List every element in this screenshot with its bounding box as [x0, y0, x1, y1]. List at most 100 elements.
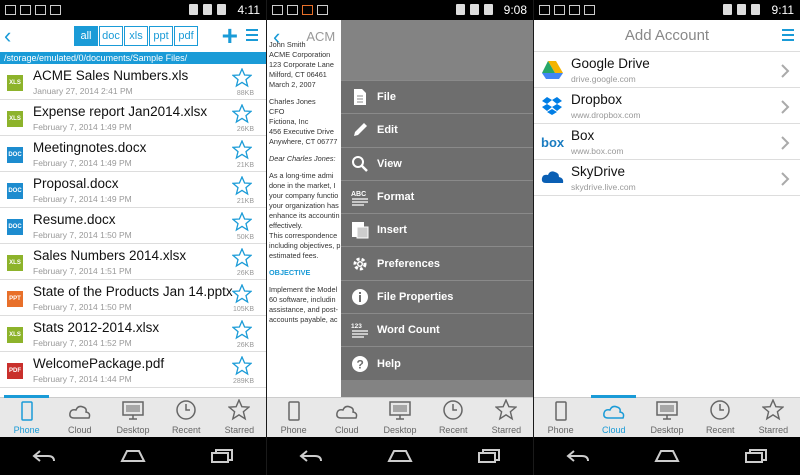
tab-desktop[interactable]: Desktop — [640, 398, 693, 437]
notification-icon — [584, 5, 595, 15]
tab-cloud[interactable]: Cloud — [53, 398, 106, 437]
home-button-icon[interactable] — [647, 446, 687, 466]
file-name: Sales Numbers 2014.xlsx — [33, 248, 187, 263]
filter-pdf[interactable]: pdf — [174, 26, 198, 46]
back-button-icon[interactable] — [291, 446, 331, 466]
tab-label: Cloud — [335, 425, 359, 435]
file-list: XLS ACME Sales Numbers.xls January 27, 201… — [0, 64, 266, 388]
file-size: 26KB — [236, 342, 254, 349]
tab-desktop[interactable]: Desktop — [373, 398, 426, 437]
file-size: 88KB — [236, 90, 254, 97]
status-bar: 4:11 — [0, 0, 266, 20]
menu-item-file-properties[interactable]: File Properties — [341, 279, 533, 314]
recents-button-icon[interactable] — [469, 446, 509, 466]
home-button-icon[interactable] — [380, 446, 420, 466]
filter-doc[interactable]: doc — [99, 26, 123, 46]
path-bar: /storage/emulated/0/documents/Sample Fil… — [0, 52, 266, 64]
svg-text:123: 123 — [351, 323, 362, 330]
tab-recent[interactable]: Recent — [694, 398, 747, 437]
file-row[interactable]: XLS Stats 2012-2014.xlsx February 7, 2014 … — [0, 316, 266, 352]
filter-ppt[interactable]: ppt — [149, 26, 173, 46]
info-icon — [349, 288, 371, 306]
svg-text:?: ? — [357, 357, 364, 371]
file-row[interactable]: PDF WelcomePackage.pdf February 7, 2014 1:… — [0, 352, 266, 388]
file-row[interactable]: DOC Meetingnotes.docx February 7, 2014 1:4… — [0, 136, 266, 172]
recents-button-icon[interactable] — [202, 446, 242, 466]
menu-item-edit[interactable]: Edit — [341, 113, 533, 147]
star-icon — [494, 398, 519, 425]
back-arrow-icon[interactable]: ‹ — [4, 25, 22, 47]
file-row[interactable]: DOC Resume.docx February 7, 2014 1:50 PM 50… — [0, 208, 266, 244]
file-type-icon: XLS — [7, 75, 23, 91]
format-icon: ABC — [349, 188, 371, 206]
file-type-icon: DOC — [7, 219, 23, 235]
notification-icon — [554, 5, 565, 15]
star-icon — [227, 398, 252, 425]
tab-cloud[interactable]: Cloud — [587, 395, 640, 437]
account-name: SkyDrive — [571, 164, 626, 179]
cloud-icon — [335, 403, 359, 425]
add-icon[interactable]: + — [222, 22, 238, 50]
menu-icon[interactable] — [246, 29, 258, 44]
file-date: February 7, 2014 1:52 PM — [33, 338, 132, 348]
file-row[interactable]: DOC Proposal.docx February 7, 2014 1:49 PM… — [0, 172, 266, 208]
account-list: Google Drive drive.google.com Dropbox www.d… — [534, 52, 800, 196]
tab-phone[interactable]: Phone — [267, 398, 320, 437]
file-size: 289KB — [232, 378, 254, 385]
chevron-right-icon — [780, 63, 790, 84]
account-row-box[interactable]: box Box www.box.com — [534, 124, 800, 160]
file-type-icon: XLS — [7, 255, 23, 271]
menu-icon[interactable] — [782, 29, 794, 44]
menu-item-preferences[interactable]: Preferences — [341, 246, 533, 280]
menu-item-insert[interactable]: Insert — [341, 213, 533, 247]
tab-label: Desktop — [383, 425, 417, 435]
file-type-icon: XLS — [7, 111, 23, 127]
notification-icon — [539, 5, 550, 15]
tab-desktop[interactable]: Desktop — [106, 398, 159, 437]
menu-item-help[interactable]: ? Help — [341, 346, 533, 380]
tab-phone[interactable]: Phone — [534, 398, 587, 437]
tab-starred[interactable]: Starred — [213, 398, 266, 437]
menu-item-format[interactable]: ABC Format — [341, 179, 533, 214]
account-row-dropbox[interactable]: Dropbox www.dropbox.com — [534, 88, 800, 124]
back-button-icon[interactable] — [558, 446, 598, 466]
file-row[interactable]: XLS Expense report Jan2014.xlsx February 7… — [0, 100, 266, 136]
desktop-icon — [655, 401, 679, 425]
file-type-filters: all doc xls ppt pdf — [74, 26, 199, 46]
account-row-google-drive[interactable]: Google Drive drive.google.com — [534, 52, 800, 88]
tab-recent[interactable]: Recent — [160, 398, 213, 437]
filter-all[interactable]: all — [74, 26, 98, 46]
menu-item-label: Format — [377, 191, 415, 204]
file-row[interactable]: XLS ACME Sales Numbers.xls January 27, 201… — [0, 64, 266, 100]
file-size: 105KB — [232, 306, 254, 313]
file-row[interactable]: XLS Sales Numbers 2014.xlsx February 7, 20… — [0, 244, 266, 280]
tab-cloud[interactable]: Cloud — [320, 398, 373, 437]
file-size: 21KB — [236, 162, 254, 169]
status-bar: 9:11 — [534, 0, 800, 20]
home-button-icon[interactable] — [113, 446, 153, 466]
tab-recent[interactable]: Recent — [427, 398, 480, 437]
menu-item-label: File Properties — [377, 290, 454, 303]
recents-button-icon[interactable] — [736, 446, 776, 466]
file-size: 21KB — [236, 198, 254, 205]
file-date: February 7, 2014 1:49 PM — [33, 158, 132, 168]
tab-starred[interactable]: Starred — [747, 398, 800, 437]
file-size: 50KB — [236, 234, 254, 241]
file-row[interactable]: PPT State of the Products Jan 14.pptx Febr… — [0, 280, 266, 316]
tab-label: Cloud — [68, 425, 92, 435]
file-type-icon: PPT — [7, 291, 23, 307]
help-icon: ? — [349, 355, 371, 373]
account-name: Dropbox — [571, 92, 623, 107]
account-row-skydrive[interactable]: SkyDrive skydrive.live.com — [534, 160, 800, 196]
file-type-icon: DOC — [7, 147, 23, 163]
back-button-icon[interactable] — [24, 446, 64, 466]
menu-item-view[interactable]: View — [341, 146, 533, 180]
svg-text:box: box — [541, 135, 565, 150]
tab-starred[interactable]: Starred — [480, 398, 533, 437]
menu-item-word-count[interactable]: 123 Word Count — [341, 313, 533, 347]
menu-item-file[interactable]: File — [341, 80, 533, 114]
notification-icon — [287, 5, 298, 15]
android-nav-bar — [0, 437, 266, 475]
filter-xls[interactable]: xls — [124, 26, 148, 46]
tab-phone[interactable]: Phone — [0, 395, 53, 437]
